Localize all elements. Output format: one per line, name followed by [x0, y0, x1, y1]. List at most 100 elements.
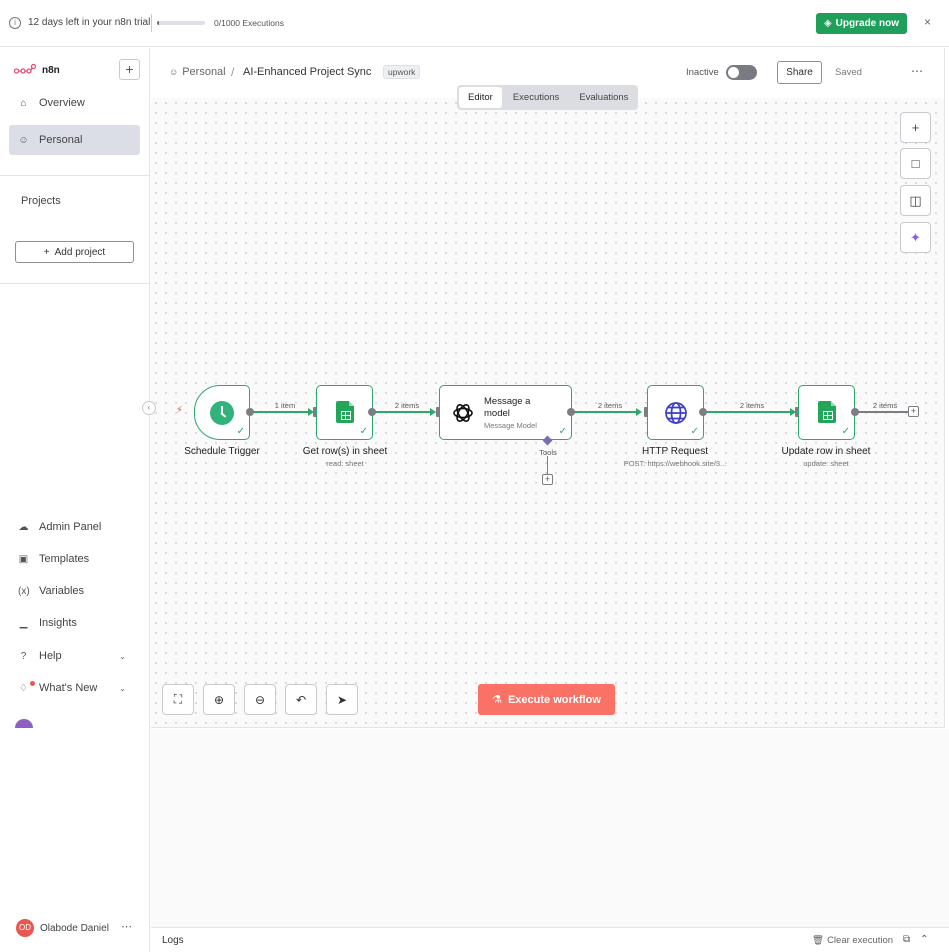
- zoom-out-button[interactable]: ⊖: [244, 684, 276, 715]
- undo-button[interactable]: ↶: [285, 684, 317, 715]
- sidebar: n8n + ⌂ Overview ☺ Personal Projects + A…: [0, 48, 150, 952]
- clock-icon: [210, 401, 234, 425]
- node-schedule-trigger[interactable]: ✓: [194, 385, 250, 440]
- executions-text: 0/1000 Executions: [214, 18, 284, 28]
- fit-view-icon: ⛶: [173, 692, 183, 706]
- zoom-out-icon: ⊖: [254, 692, 266, 707]
- google-sheets-icon: [818, 401, 836, 423]
- share-button[interactable]: Share: [777, 61, 822, 84]
- sidebar-add-button[interactable]: +: [119, 59, 140, 80]
- home-icon: ⌂: [20, 97, 27, 109]
- sidebar-divider: [0, 175, 150, 176]
- workflow-tag[interactable]: upwork: [383, 65, 421, 79]
- breadcrumb-label: Personal: [182, 66, 226, 78]
- sidebar-item-overview[interactable]: ⌂ Overview: [9, 88, 140, 118]
- node-title: HTTP Request: [642, 446, 708, 457]
- user-menu[interactable]: OD Olabode Daniel ⋯: [16, 919, 132, 937]
- bar-chart-icon: ▁: [19, 617, 28, 629]
- sidebar-item-help[interactable]: ? Help ⌄: [9, 641, 140, 671]
- sidebar-item-insights[interactable]: ▁ Insights: [9, 608, 140, 638]
- output-handle[interactable]: [368, 408, 376, 416]
- plus-icon: +: [43, 246, 50, 258]
- workflow-title[interactable]: AI-Enhanced Project Sync: [243, 66, 371, 78]
- trial-banner: i 12 days left in your n8n trial 0/1000 …: [0, 0, 949, 47]
- brand-name: n8n: [42, 64, 60, 76]
- breadcrumb-personal[interactable]: ☺ Personal: [169, 66, 226, 78]
- clear-execution-label: Clear execution: [827, 935, 894, 946]
- output-handle[interactable]: [699, 408, 707, 416]
- logs-label[interactable]: Logs: [162, 935, 184, 946]
- tab-editor[interactable]: Editor: [459, 87, 502, 108]
- pop-out-icon[interactable]: ⧉: [903, 934, 910, 945]
- tool-connector: [547, 456, 548, 474]
- output-handle[interactable]: [851, 408, 859, 416]
- close-banner-icon[interactable]: ×: [924, 15, 931, 29]
- node-get-rows[interactable]: ✓: [316, 385, 373, 440]
- collapse-sidebar-button[interactable]: ‹: [142, 401, 156, 415]
- execute-workflow-button[interactable]: ⚗ Execute workflow: [478, 684, 615, 715]
- avatar[interactable]: [15, 719, 33, 728]
- upgrade-label: Upgrade now: [835, 18, 900, 29]
- lower-panel-area: [151, 729, 949, 927]
- sidebar-item-whats-new[interactable]: ♢ What's New ⌄: [9, 673, 140, 703]
- sidebar-item-admin-panel[interactable]: ☁ Admin Panel: [9, 512, 140, 542]
- chevron-up-icon[interactable]: ⌃: [920, 934, 928, 945]
- active-toggle[interactable]: [726, 65, 757, 80]
- node-http-request[interactable]: ✓: [647, 385, 704, 440]
- fit-view-button[interactable]: ⛶: [162, 684, 194, 715]
- sidebar-item-variables[interactable]: (x) Variables: [9, 576, 140, 606]
- user-name: Olabode Daniel: [40, 922, 109, 934]
- connection-line: [373, 411, 433, 413]
- connection-item-count: 2 items: [872, 401, 898, 410]
- tab-evaluations[interactable]: Evaluations: [570, 87, 637, 108]
- sparkle-icon: ✦: [910, 229, 921, 245]
- node-subtitle: Message Model: [484, 421, 537, 430]
- broom-icon: ➤: [336, 692, 348, 707]
- tidy-up-button[interactable]: ➤: [326, 684, 358, 715]
- logs-actions: ⧉ ⌃: [903, 934, 929, 945]
- sidebar-divider: [0, 283, 150, 284]
- sidebar-item-templates[interactable]: ▣ Templates: [9, 544, 140, 574]
- logo[interactable]: n8n: [14, 64, 60, 76]
- sidebar-item-label: Overview: [39, 97, 85, 109]
- openai-icon: [453, 404, 473, 422]
- breadcrumb-separator: /: [231, 65, 235, 79]
- success-check-icon: ✓: [236, 426, 245, 437]
- toggle-panel-button[interactable]: ◫: [900, 185, 931, 216]
- more-options-icon[interactable]: ⋯: [121, 920, 132, 933]
- ai-assistant-button[interactable]: ✦: [900, 222, 931, 253]
- undo-icon: ↶: [295, 692, 307, 707]
- upgrade-button[interactable]: ◈ Upgrade now: [816, 13, 907, 34]
- add-node-after-button[interactable]: +: [908, 406, 919, 417]
- output-handle[interactable]: [567, 408, 575, 416]
- node-update-row[interactable]: ✓: [798, 385, 855, 440]
- clear-execution-button[interactable]: 🗑 Clear execution: [812, 935, 893, 946]
- sidebar-item-label: Personal: [39, 134, 83, 146]
- diamond-icon: ◈: [823, 18, 832, 29]
- output-handle[interactable]: [246, 408, 254, 416]
- workflow-canvas[interactable]: Editor Executions Evaluations + □ ◫ ✦ ⚡ …: [151, 85, 944, 728]
- add-project-button[interactable]: + Add project: [15, 241, 134, 263]
- tab-executions[interactable]: Executions: [504, 87, 568, 108]
- arrow-icon: [636, 408, 642, 416]
- connection-item-count: 2 items: [394, 401, 420, 410]
- add-tool-button[interactable]: +: [542, 474, 553, 485]
- cloud-icon: ☁: [18, 521, 29, 533]
- zoom-in-button[interactable]: ⊕: [203, 684, 235, 715]
- banner-divider: [151, 14, 152, 32]
- sticky-note-button[interactable]: □: [900, 148, 931, 179]
- node-subtitle: update: sheet: [803, 459, 849, 468]
- sidebar-item-personal[interactable]: ☺ Personal: [9, 125, 140, 155]
- node-message-model[interactable]: Message a model Message Model ✓: [439, 385, 572, 440]
- node-title: Update row in sheet: [781, 446, 871, 457]
- add-node-button[interactable]: +: [900, 112, 931, 143]
- node-title: Message a model: [484, 396, 531, 419]
- chevron-down-icon: ⌄: [119, 651, 126, 661]
- sidebar-item-label: Templates: [39, 553, 90, 565]
- flask-icon: ⚗: [492, 694, 502, 706]
- node-subtitle: POST: https://webhook.site/3...: [623, 459, 727, 468]
- zoom-in-icon: ⊕: [213, 692, 225, 707]
- more-options-icon[interactable]: ⋯: [911, 64, 923, 78]
- saved-status: Saved: [835, 67, 862, 78]
- sidebar-item-label: Insights: [39, 617, 77, 629]
